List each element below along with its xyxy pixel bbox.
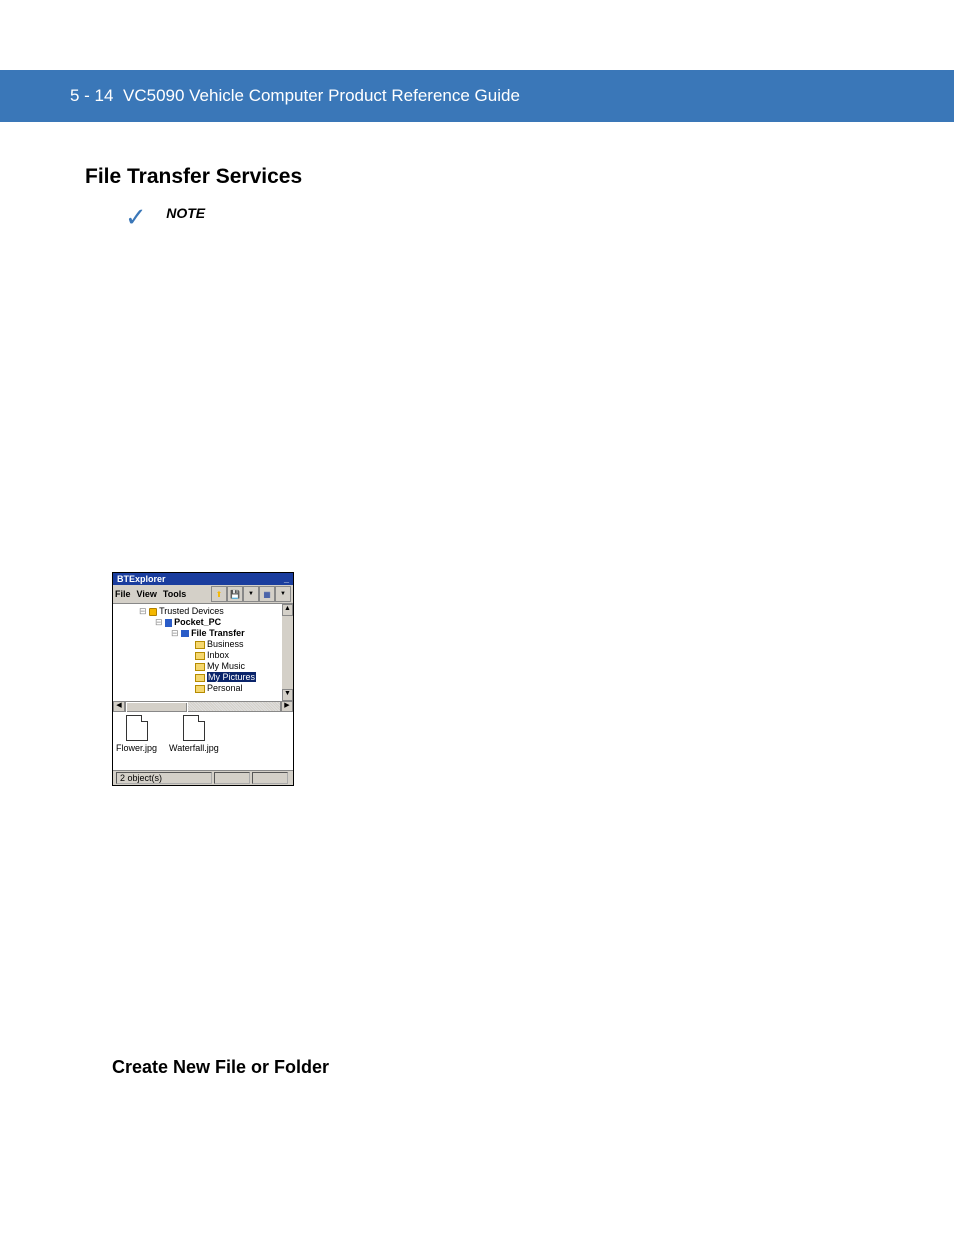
file-item-flower[interactable]: Flower.jpg: [116, 715, 157, 767]
btexplorer-window: BTExplorer _ File View Tools ⬆ 💾 ▼ ▦ ▼ ⊟…: [112, 572, 294, 786]
sub-heading: Create New File or Folder: [112, 1057, 329, 1078]
file-icon: [126, 715, 148, 741]
scroll-right-icon[interactable]: ▶: [281, 701, 293, 712]
file-icon: [183, 715, 205, 741]
tree-node-mymusic[interactable]: My Music: [125, 661, 291, 672]
view-dropdown-icon[interactable]: ▼: [275, 586, 291, 602]
tree-node-trusted[interactable]: ⊟ Trusted Devices: [125, 606, 291, 617]
device-icon: [165, 619, 172, 627]
folder-icon: [195, 641, 205, 649]
tree-view[interactable]: ⊟ Trusted Devices ⊟ Pocket_PC ⊟ File Tra…: [113, 604, 293, 701]
scroll-up-icon[interactable]: ▲: [282, 604, 293, 616]
scroll-down-icon[interactable]: ▼: [282, 689, 293, 701]
dropdown-icon[interactable]: ▼: [243, 586, 259, 602]
tree-node-inbox[interactable]: Inbox: [125, 650, 291, 661]
vertical-scrollbar[interactable]: ▲ ▼: [282, 604, 293, 701]
note-callout: ✓ NOTE: [125, 202, 205, 233]
window-title: BTExplorer: [117, 574, 166, 584]
view-icon[interactable]: ▦: [259, 586, 275, 602]
header-title: VC5090 Vehicle Computer Product Referenc…: [123, 86, 520, 106]
status-bar: 2 object(s): [113, 770, 293, 785]
lock-icon: [149, 608, 157, 616]
tree-node-personal[interactable]: Personal: [125, 683, 291, 694]
scroll-thumb[interactable]: [126, 702, 188, 713]
tree-node-business[interactable]: Business: [125, 639, 291, 650]
horizontal-scrollbar[interactable]: ◀ ▶: [113, 701, 293, 712]
file-list[interactable]: Flower.jpg Waterfall.jpg: [113, 712, 293, 770]
file-item-waterfall[interactable]: Waterfall.jpg: [169, 715, 219, 767]
status-segment: [214, 772, 250, 784]
scroll-left-icon[interactable]: ◀: [113, 701, 125, 712]
folder-icon: [195, 663, 205, 671]
page-number: 5 - 14: [70, 86, 113, 106]
tree-node-mypictures[interactable]: My Pictures: [125, 672, 291, 683]
note-label: NOTE: [166, 205, 205, 221]
folder-icon: [195, 652, 205, 660]
tree-node-filetransfer[interactable]: ⊟ File Transfer: [125, 628, 291, 639]
toolbar: ⬆ 💾 ▼ ▦ ▼: [211, 586, 291, 602]
folder-open-icon: [195, 674, 205, 682]
save-icon[interactable]: 💾: [227, 586, 243, 602]
window-titlebar[interactable]: BTExplorer _: [113, 573, 293, 585]
menu-tools[interactable]: Tools: [163, 589, 186, 599]
tree-node-device[interactable]: ⊟ Pocket_PC: [125, 617, 291, 628]
status-text: 2 object(s): [116, 772, 212, 784]
file-label: Flower.jpg: [116, 743, 157, 753]
file-label: Waterfall.jpg: [169, 743, 219, 753]
checkmark-icon: ✓: [125, 202, 147, 233]
menu-bar: File View Tools ⬆ 💾 ▼ ▦ ▼: [113, 585, 293, 604]
page-header: 5 - 14 VC5090 Vehicle Computer Product R…: [0, 70, 954, 122]
section-heading: File Transfer Services: [85, 165, 302, 189]
menu-view[interactable]: View: [137, 589, 157, 599]
menu-file[interactable]: File: [115, 589, 131, 599]
folder-icon: [195, 685, 205, 693]
transfer-icon: [181, 630, 189, 637]
minimize-button[interactable]: _: [284, 574, 289, 584]
up-folder-icon[interactable]: ⬆: [211, 586, 227, 602]
status-segment: [252, 772, 288, 784]
